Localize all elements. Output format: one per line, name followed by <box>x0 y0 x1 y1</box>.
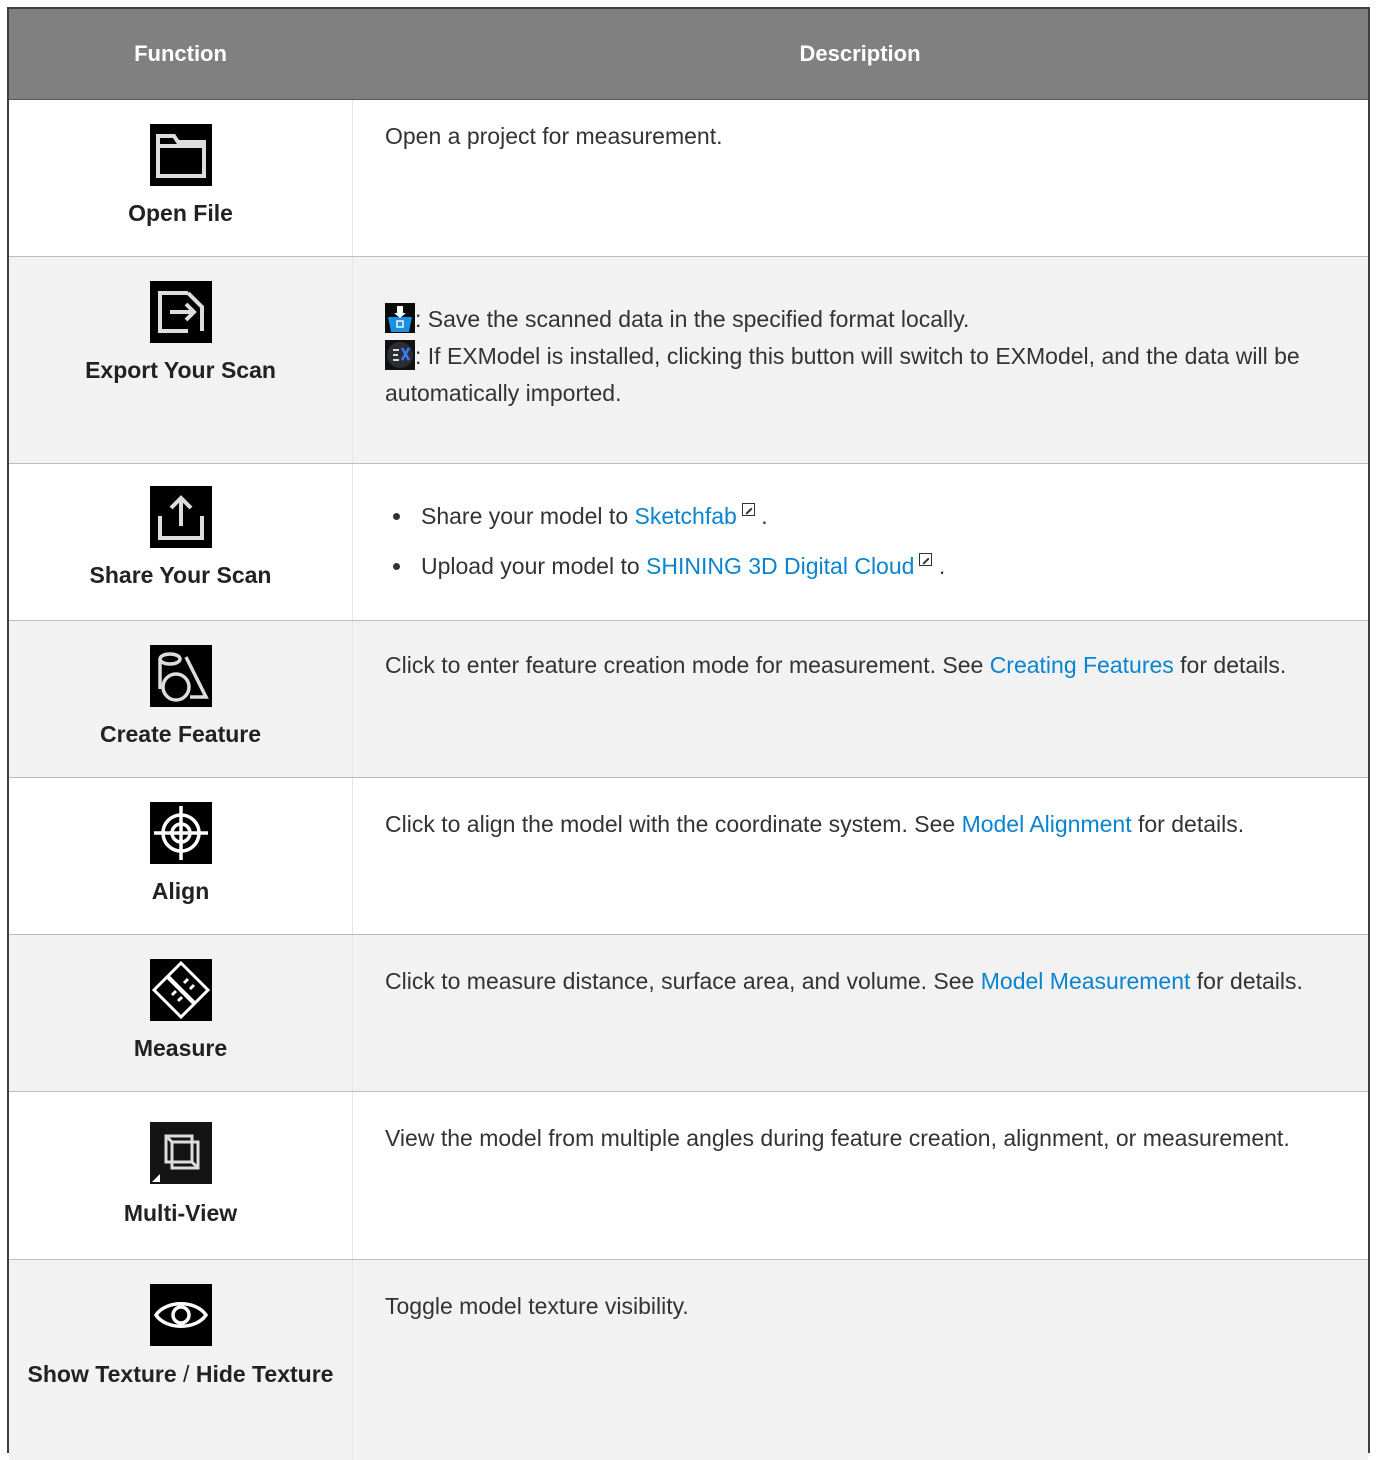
table-row: Open File Open a project for measurement… <box>9 100 1368 257</box>
table-row: Export Your Scan : Save the scanned data… <box>9 257 1368 464</box>
show-texture-label: Show Texture <box>27 1361 177 1387</box>
header-function: Function <box>134 41 227 66</box>
creating-features-link[interactable]: Creating Features <box>990 652 1174 678</box>
description-cell: Click to enter feature creation mode for… <box>352 621 1368 777</box>
description-cell: Click to measure distance, surface area,… <box>352 935 1368 1091</box>
align-icon[interactable] <box>150 802 212 864</box>
function-cell: Export Your Scan <box>9 257 352 463</box>
function-label: Measure <box>133 1035 228 1061</box>
folder-icon[interactable] <box>150 124 212 186</box>
share-list: Share your model to Sketchfab . Upload y… <box>385 498 1332 585</box>
description-cell: Share your model to Sketchfab . Upload y… <box>352 464 1368 620</box>
function-cell: Create Feature <box>9 621 352 777</box>
table-row: Create Feature Click to enter feature cr… <box>9 621 1368 778</box>
function-table: Function Description Open File Open a pr… <box>7 7 1370 1460</box>
function-label: Export Your Scan <box>85 357 276 383</box>
external-link-icon <box>741 503 755 516</box>
external-link-icon <box>919 553 933 566</box>
export-local-text: : Save the scanned data in the specified… <box>415 306 970 332</box>
description-text: View the model from multiple angles duri… <box>385 1125 1290 1151</box>
measure-icon[interactable] <box>150 959 212 1021</box>
table-row: Multi-View View the model from multiple … <box>9 1092 1368 1260</box>
table-row: Share Your Scan Share your model to Sket… <box>9 464 1368 621</box>
description-text: Click to align the model with the coordi… <box>385 811 1245 837</box>
function-cell: Share Your Scan <box>9 464 352 620</box>
digital-cloud-link[interactable]: SHINING 3D Digital Cloud <box>646 553 914 579</box>
function-cell: Multi-View <box>9 1092 352 1259</box>
exmodel-icon[interactable] <box>385 340 415 370</box>
description-text: Click to enter feature creation mode for… <box>385 652 1287 678</box>
save-local-icon[interactable] <box>385 303 415 333</box>
export-exmodel-text: : If EXModel is installed, clicking this… <box>385 343 1300 406</box>
function-label: Create Feature <box>99 721 262 747</box>
sketchfab-link[interactable]: Sketchfab <box>635 503 737 529</box>
header-description: Description <box>799 41 921 66</box>
description-text: Share your model to Sketchfab . Upload y… <box>385 498 1332 598</box>
function-label: Align <box>151 878 210 904</box>
description-cell: View the model from multiple angles duri… <box>352 1092 1368 1259</box>
description-text: Toggle model texture visibility. <box>385 1293 689 1319</box>
list-item: Upload your model to SHINING 3D Digital … <box>385 548 1332 585</box>
description-text: Open a project for measurement. <box>385 123 723 149</box>
function-cell: Show Texture / Hide Texture <box>9 1260 352 1460</box>
description-cell: Open a project for measurement. <box>352 100 1368 256</box>
function-label: Open File <box>128 200 233 226</box>
model-measurement-link[interactable]: Model Measurement <box>981 968 1191 994</box>
create-feature-icon[interactable] <box>150 645 212 707</box>
eye-icon[interactable] <box>150 1284 212 1346</box>
hide-texture-label: Hide Texture <box>195 1361 334 1387</box>
list-item: Share your model to Sketchfab . <box>385 498 1332 535</box>
function-label: Multi-View <box>123 1200 238 1226</box>
table-row: Align Click to align the model with the … <box>9 778 1368 935</box>
description-text: Click to measure distance, surface area,… <box>385 968 1303 994</box>
description-cell: Click to align the model with the coordi… <box>352 778 1368 934</box>
description-cell: : Save the scanned data in the specified… <box>352 257 1368 463</box>
function-cell: Measure <box>9 935 352 1091</box>
model-alignment-link[interactable]: Model Alignment <box>962 811 1132 837</box>
table-row: Show Texture / Hide Texture Toggle model… <box>9 1260 1368 1460</box>
multi-view-icon[interactable] <box>150 1122 212 1184</box>
table-row: Measure Click to measure distance, surfa… <box>9 935 1368 1092</box>
function-cell: Align <box>9 778 352 934</box>
description-text: : Save the scanned data in the specified… <box>385 301 1332 412</box>
function-label: Share Your Scan <box>89 562 272 588</box>
share-icon[interactable] <box>150 486 212 548</box>
function-cell: Open File <box>9 100 352 256</box>
function-label: Show Texture / Hide Texture <box>27 1361 334 1387</box>
export-icon[interactable] <box>150 281 212 343</box>
description-cell: Toggle model texture visibility. <box>352 1260 1368 1460</box>
table-header: Function Description <box>9 9 1368 100</box>
